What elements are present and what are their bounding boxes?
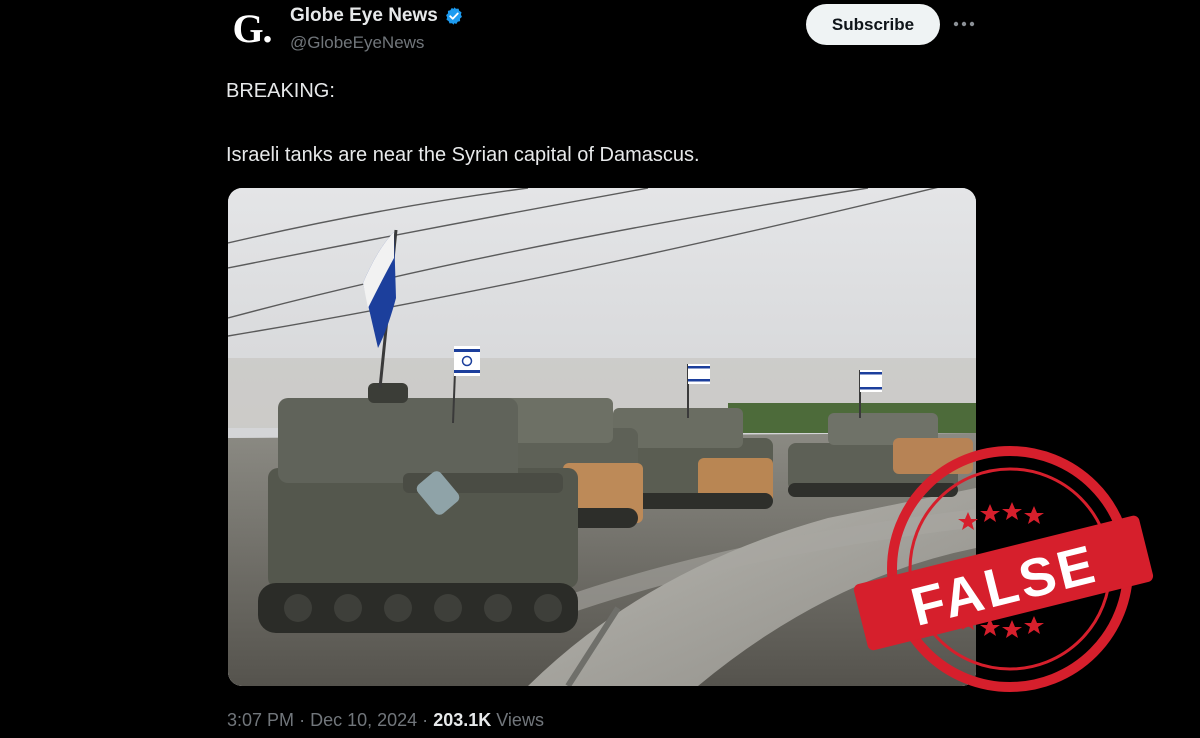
tweet-time[interactable]: 3:07 PM: [227, 710, 294, 730]
separator: ·: [422, 710, 429, 730]
subscribe-button[interactable]: Subscribe: [806, 4, 940, 45]
more-horizontal-icon[interactable]: [950, 12, 978, 36]
post-screenshot: G. Globe Eye News @GlobeEyeNews Subscrib…: [0, 0, 1200, 738]
tweet-text-body: Israeli tanks are near the Syrian capita…: [226, 144, 700, 166]
false-stamp: FALSE: [850, 444, 1156, 694]
tweet-metadata: 3:07 PM · Dec 10, 2024 · 203.1K Views: [227, 710, 544, 731]
more-dots-glyph: [953, 21, 975, 27]
display-name-row[interactable]: Globe Eye News: [290, 5, 464, 27]
views-count: 203.1K: [433, 710, 492, 730]
avatar[interactable]: G.: [226, 6, 278, 51]
views-label: Views: [496, 710, 544, 730]
display-name[interactable]: Globe Eye News: [290, 5, 438, 27]
tweet-text-breaking: BREAKING:: [226, 80, 335, 102]
account-handle[interactable]: @GlobeEyeNews: [290, 33, 424, 53]
tweet-date[interactable]: Dec 10, 2024: [310, 710, 417, 730]
stamp-graphic: FALSE: [853, 446, 1154, 692]
verified-badge-icon: [445, 7, 462, 25]
separator: ·: [299, 710, 306, 730]
